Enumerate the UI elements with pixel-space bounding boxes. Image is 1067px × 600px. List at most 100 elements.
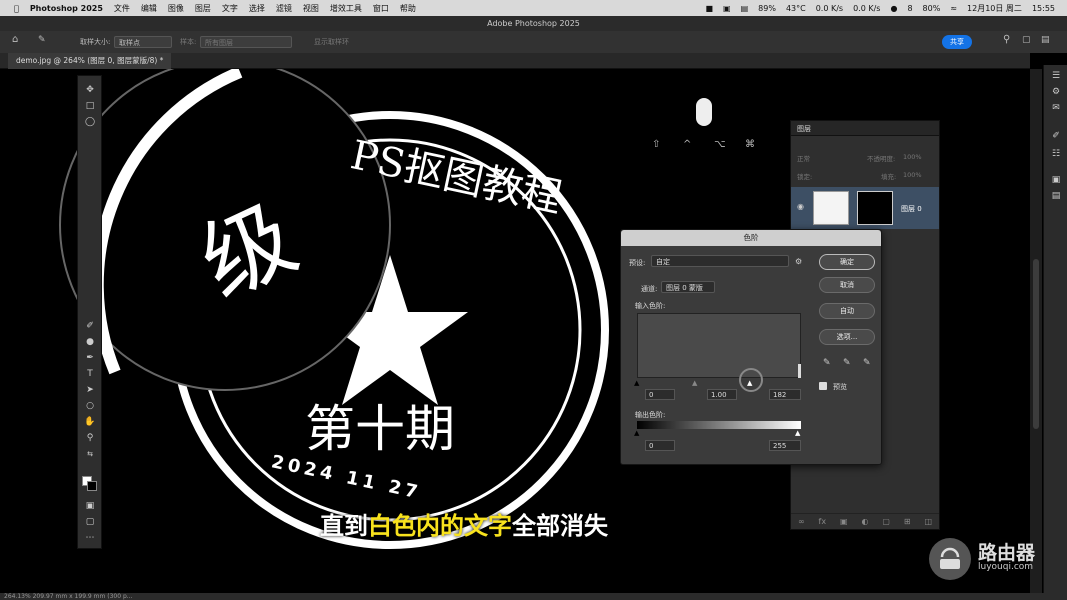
quick-mask-icon[interactable]: ▣ [84,500,96,512]
tray-app-icon[interactable]: ■ [705,4,713,13]
adjustments-icon[interactable]: ☷ [1050,149,1062,161]
gray-eyedropper-icon[interactable]: ✎ [843,358,851,368]
zoom-tool-icon[interactable]: ⚲ [84,432,96,444]
menu-edit[interactable]: 编辑 [141,3,157,14]
group-folder-icon[interactable]: ▢ [882,517,890,526]
cpu-readout[interactable]: 89% [758,4,776,13]
menu-type[interactable]: 文字 [222,3,238,14]
document-tab[interactable]: demo.jpg @ 264% (图层 0, 图层蒙版/8) * [8,53,172,69]
temp-readout[interactable]: 43°C [786,4,806,13]
trash-icon[interactable]: ◫ [924,517,932,526]
menu-image[interactable]: 图像 [168,3,184,14]
menu-select[interactable]: 选择 [249,3,265,14]
input-gamma-slider[interactable]: ▲ [692,379,697,387]
notification-badge[interactable]: 8 [907,4,912,13]
preview-checkbox[interactable] [819,382,827,390]
link-layers-icon[interactable]: ∞ [798,517,805,526]
pen-tool-icon[interactable]: ✒ [84,352,96,364]
battery-readout[interactable]: 80% [923,4,941,13]
shape-tool-icon[interactable]: ○ [84,400,96,412]
input-black-slider[interactable]: ▲ [634,379,639,387]
tools-panel: ✥ □ ◯ ✐ ● ✒ T ➤ ○ ✋ ⚲ ⇆ ▣ ▢ ⋯ [77,75,102,549]
workspace-icon[interactable]: ▢ [1022,35,1031,45]
fill-value[interactable]: 100% [903,171,922,179]
brush-tool-icon[interactable]: ✐ [84,320,96,332]
channels-icon[interactable]: ▤ [1050,191,1062,203]
show-ring-checkbox[interactable]: 显示取样环 [314,37,349,47]
marquee-tool-icon[interactable]: □ [84,100,96,112]
vertical-scrollbar[interactable] [1030,69,1042,593]
eyedropper-icon[interactable]: ✎ [38,35,46,45]
menu-filter[interactable]: 滤镜 [276,3,292,14]
swap-colors-icon[interactable]: ⇆ [84,448,96,460]
app-menu[interactable]: Photoshop 2025 [30,4,103,13]
arrange-icon[interactable]: ▤ [1041,35,1050,45]
wechat-icon[interactable]: ● [890,4,897,13]
wifi-icon[interactable]: ≈ [950,4,957,13]
layer-name[interactable]: 图层 0 [901,204,922,214]
dodge-tool-icon[interactable]: ● [84,336,96,348]
menu-view[interactable]: 视图 [303,3,319,14]
share-button[interactable]: 共享 [942,35,972,49]
preset-select[interactable]: 自定 [651,255,789,267]
channel-select[interactable]: 图层 0 蒙版 [661,281,715,293]
path-select-tool-icon[interactable]: ➤ [84,384,96,396]
input-black-field[interactable]: 0 [645,389,675,400]
new-layer-icon[interactable]: ⊞ [904,517,911,526]
apple-icon[interactable]:  [14,4,19,13]
properties-icon[interactable]: ⚙ [1050,87,1062,99]
type-tool-icon[interactable]: T [84,368,96,380]
ok-button[interactable]: 确定 [819,254,875,270]
visibility-eye-icon[interactable]: ◉ [797,202,804,211]
date-readout[interactable]: 12月10日 周二 [967,3,1022,14]
comments-icon[interactable]: ✉ [1050,103,1062,115]
input-gamma-field[interactable]: 1.00 [707,389,737,400]
net-up-readout[interactable]: 0.0 K/s [816,4,843,13]
layer-mask-thumbnail[interactable] [857,191,893,225]
output-white-field[interactable]: 255 [769,440,801,451]
menu-help[interactable]: 帮助 [400,3,416,14]
blend-mode-select[interactable]: 正常 [797,153,810,163]
auto-button[interactable]: 自动 [819,303,875,319]
search-icon[interactable]: ⚲ [1003,34,1010,45]
black-eyedropper-icon[interactable]: ✎ [823,358,831,368]
sample-size-select[interactable]: 取样点 [114,36,172,48]
output-black-field[interactable]: 0 [645,440,675,451]
preset-gear-icon[interactable]: ⚙ [795,257,802,266]
white-eyedropper-icon[interactable]: ✎ [863,358,871,368]
adjustment-layer-icon[interactable]: ◐ [861,517,868,526]
layers-panel-icon[interactable]: ▣ [1050,175,1062,187]
net-down-readout[interactable]: 0.0 K/s [853,4,880,13]
menu-file[interactable]: 文件 [114,3,130,14]
layers-tab[interactable]: 图层 [791,121,939,136]
background-color-swatch[interactable] [87,481,97,491]
tray-app-icon[interactable]: ▣ [723,4,731,13]
move-tool-icon[interactable]: ✥ [84,84,96,96]
window-title: Adobe Photoshop 2025 [0,16,1067,31]
lasso-tool-icon[interactable]: ◯ [84,116,96,128]
cancel-button[interactable]: 取消 [819,277,875,293]
watermark-name: 路由器 [978,542,1036,564]
edit-toolbar-icon[interactable]: ⋯ [84,532,96,544]
time-readout[interactable]: 15:55 [1032,4,1055,13]
brush-settings-icon[interactable]: ✐ [1050,131,1062,143]
opacity-value[interactable]: 100% [903,153,922,161]
home-icon[interactable]: ⌂ [12,34,18,45]
levels-title: 色阶 [621,230,881,246]
output-black-slider[interactable]: ▲ [634,429,639,437]
fx-icon[interactable]: fx [819,517,827,526]
output-white-slider[interactable]: ▲ [795,429,800,437]
add-mask-icon[interactable]: ▣ [840,517,848,526]
menu-layer[interactable]: 图层 [195,3,211,14]
screen-mode-icon[interactable]: ▢ [84,516,96,528]
hand-tool-icon[interactable]: ✋ [84,416,96,428]
history-icon[interactable]: ☰ [1050,71,1062,83]
sample-select[interactable]: 所有图层 [200,36,292,48]
input-white-field[interactable]: 182 [769,389,801,400]
menu-plugins[interactable]: 增效工具 [330,3,362,14]
scrollbar-thumb[interactable] [1033,259,1039,429]
layer-thumbnail[interactable] [813,191,849,225]
menu-window[interactable]: 窗口 [373,3,389,14]
tray-app-icon[interactable]: ▤ [741,4,749,13]
options-button[interactable]: 选项... [819,329,875,345]
